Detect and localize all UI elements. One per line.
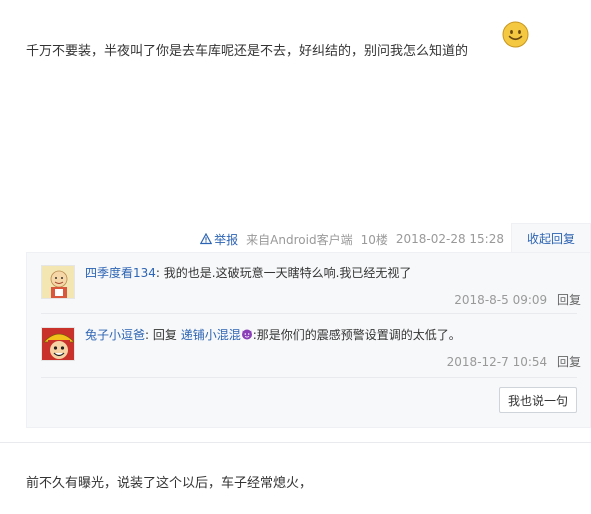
reply-prefix: 回复 <box>152 328 181 342</box>
avatar[interactable] <box>41 327 75 361</box>
reply-text: 我的也是.这破玩意一天瞎特么响.我已经无视了 <box>163 266 412 280</box>
client-source: 来自Android客户端 <box>246 232 353 247</box>
reply-meta: 2018-12-7 10:54 回复 <box>447 353 581 370</box>
mention-username[interactable]: 递铺小混混 <box>181 328 241 342</box>
list-item: 兔子小逗爸: 回复 递铺小混混 :那是你们的震感预警设置调的太低了。 2018-1… <box>41 327 581 377</box>
reply-button[interactable]: 回复 <box>557 293 581 307</box>
reply-list: 四季度看134: 我的也是.这破玩意一天瞎特么响.我已经无视了 2018-8-5… <box>26 252 591 428</box>
devil-emoji-icon <box>241 329 252 340</box>
post-tail: 举报 来自Android客户端 10楼 2018-02-28 15:28 <box>200 231 504 247</box>
divider <box>41 377 577 378</box>
reply-content: 兔子小逗爸: 回复 递铺小混混 :那是你们的震感预警设置调的太低了。 <box>85 327 461 343</box>
avatar[interactable] <box>41 265 75 299</box>
report-link[interactable]: 举报 <box>200 231 238 248</box>
reply-colon: : <box>155 266 164 280</box>
reply-text: :那是你们的震感预警设置调的太低了。 <box>252 328 461 342</box>
reply-username[interactable]: 兔子小逗爸 <box>85 328 145 342</box>
list-item: 四季度看134: 我的也是.这破玩意一天瞎特么响.我已经无视了 2018-8-5… <box>41 265 581 315</box>
warning-icon <box>200 233 213 245</box>
reply-meta: 2018-8-5 09:09 回复 <box>454 291 581 308</box>
reply-button[interactable]: 回复 <box>557 355 581 369</box>
post-content: 千万不要装，半夜叫了你是去车库呢还是不去，好纠结的，别问我怎么知道的 <box>26 44 469 59</box>
post-divider <box>0 442 591 443</box>
collapse-replies-button[interactable]: 收起回复 <box>511 223 591 253</box>
reply-username[interactable]: 四季度看134 <box>85 266 156 280</box>
say-something-button[interactable]: 我也说一句 <box>499 387 577 413</box>
report-label: 举报 <box>214 232 239 247</box>
reply-content: 四季度看134: 我的也是.这破玩意一天瞎特么响.我已经无视了 <box>85 265 411 281</box>
post-datetime: 2018-02-28 15:28 <box>395 232 504 246</box>
floor-number: 10楼 <box>360 232 388 247</box>
reply-datetime: 2018-8-5 09:09 <box>454 293 548 307</box>
reply-colon: : <box>145 328 153 342</box>
smiley-emoji-icon <box>502 21 529 48</box>
post-content: 前不久有曝光，说装了这个以后，车子经常熄火， <box>26 476 313 491</box>
divider <box>41 313 577 314</box>
reply-datetime: 2018-12-7 10:54 <box>446 355 548 369</box>
